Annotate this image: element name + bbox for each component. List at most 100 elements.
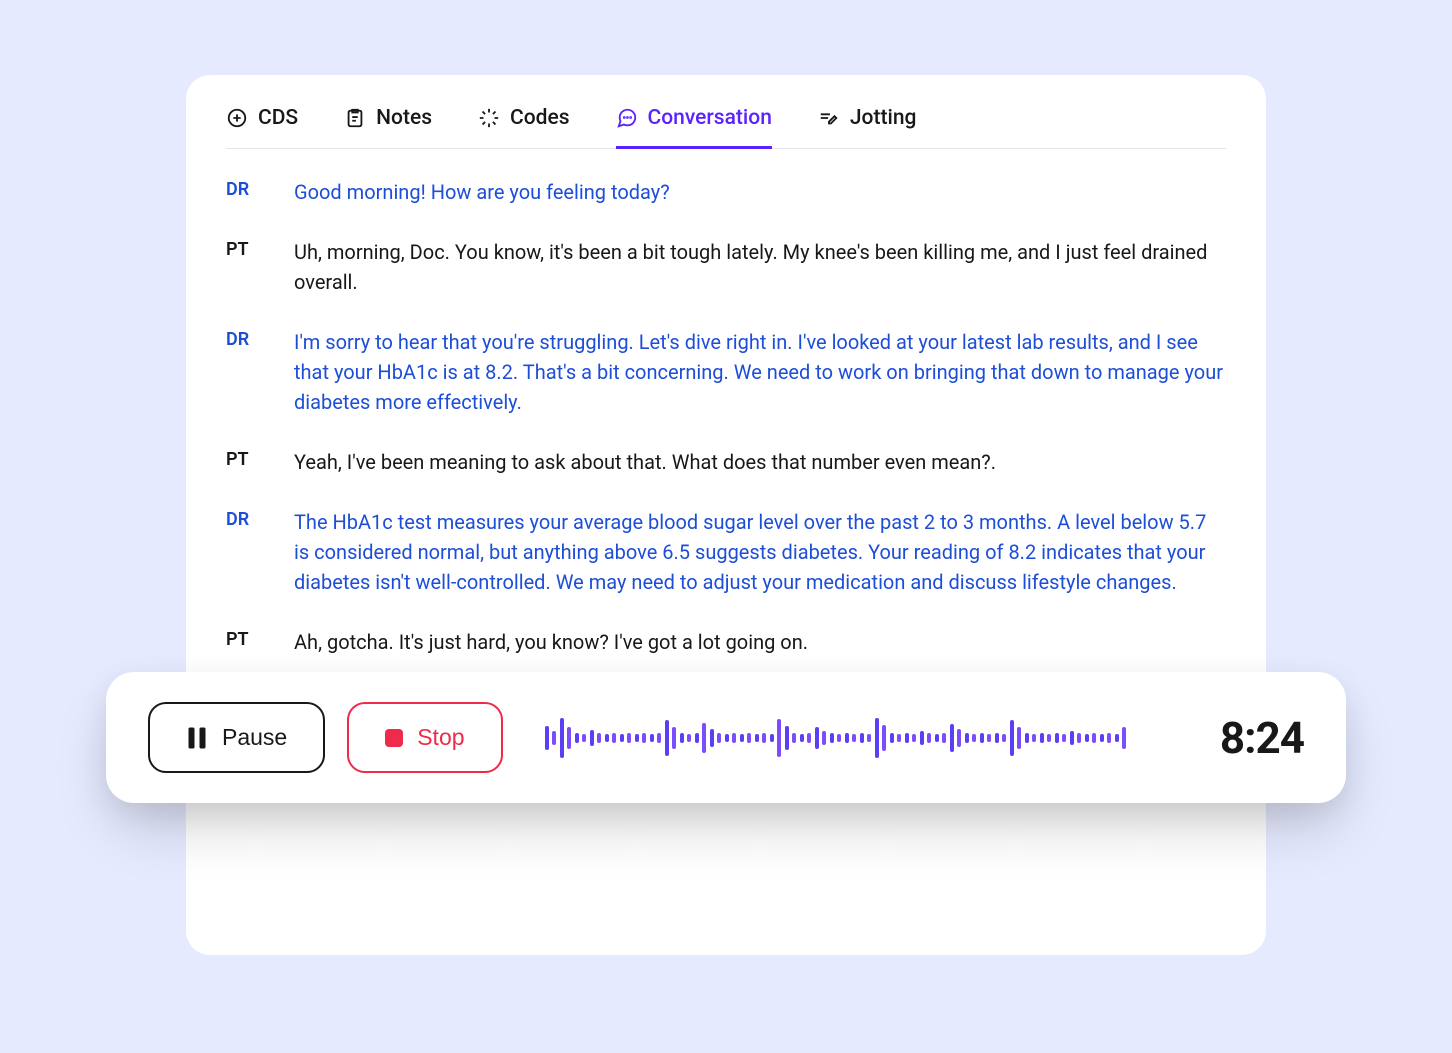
wave-bar	[560, 718, 564, 758]
speaker-label: DR	[226, 327, 266, 417]
wave-bar	[1047, 734, 1051, 742]
wave-bar	[605, 734, 609, 742]
speaker-label: PT	[226, 237, 266, 297]
tab-label: Notes	[376, 106, 432, 130]
medical-icon	[478, 107, 500, 129]
wave-bar	[1017, 727, 1021, 749]
wave-bar	[927, 733, 931, 743]
chat-icon	[616, 107, 638, 129]
wave-bar	[935, 734, 939, 742]
wave-bar	[717, 733, 721, 743]
wave-bar	[1002, 734, 1006, 742]
wave-bar	[620, 734, 624, 742]
recording-control-bar: Pause Stop 8:24	[106, 672, 1346, 803]
wave-bar	[897, 734, 901, 742]
wave-bar	[732, 733, 736, 743]
wave-bar	[890, 733, 894, 743]
wave-bar	[687, 734, 691, 742]
tab-jotting[interactable]: Jotting	[818, 106, 917, 149]
wave-bar	[627, 733, 631, 743]
speaker-label: PT	[226, 627, 266, 657]
pause-icon	[186, 727, 208, 749]
wave-bar	[875, 718, 879, 758]
wave-bar	[762, 733, 766, 743]
speech-text: Yeah, I've been meaning to ask about tha…	[294, 447, 1226, 477]
conversation-row: DRGood morning! How are you feeling toda…	[226, 177, 1226, 207]
wave-bar	[1115, 734, 1119, 742]
wave-bar	[942, 733, 946, 743]
wave-bar	[957, 729, 961, 747]
wave-bar	[830, 733, 834, 743]
wave-bar	[912, 734, 916, 742]
pause-button[interactable]: Pause	[148, 702, 325, 773]
wave-bar	[852, 734, 856, 742]
wave-bar	[1040, 733, 1044, 743]
wave-bar	[807, 733, 811, 743]
wave-bar	[1100, 734, 1104, 742]
conversation-row: DR I'm sorry to hear that you're struggli…	[226, 327, 1226, 417]
conversation-row: PT Yeah, I've been meaning to ask about t…	[226, 447, 1226, 477]
wave-bar	[822, 731, 826, 745]
wave-bar	[747, 733, 751, 743]
wave-bar	[905, 733, 909, 743]
stop-icon	[385, 729, 403, 747]
wave-bar	[725, 734, 729, 742]
speech-text: Ah, gotcha. It's just hard, you know? I'…	[294, 627, 1226, 657]
wave-bar	[612, 733, 616, 743]
wave-bar	[597, 733, 601, 743]
wave-bar	[657, 733, 661, 743]
wave-bar	[965, 733, 969, 743]
wave-bar	[770, 734, 774, 742]
wave-bar	[545, 726, 549, 750]
wave-bar	[665, 720, 669, 756]
recording-timer: 8:24	[1220, 712, 1304, 764]
tab-label: Conversation	[648, 106, 772, 130]
wave-bar	[755, 734, 759, 742]
wave-bar	[1010, 720, 1014, 756]
conversation-row: DRThe HbA1c test measures your average b…	[226, 507, 1226, 597]
crosshair-icon	[226, 107, 248, 129]
wave-bar	[1070, 731, 1074, 745]
wave-bar	[1092, 733, 1096, 743]
wave-bar	[1025, 733, 1029, 743]
wave-bar	[650, 734, 654, 742]
pen-icon	[818, 107, 840, 129]
wave-bar	[740, 734, 744, 742]
wave-bar	[882, 725, 886, 751]
speech-text: The HbA1c test measures your average blo…	[294, 507, 1226, 597]
wave-bar	[1062, 734, 1066, 742]
wave-bar	[582, 734, 586, 742]
wave-bar	[1077, 733, 1081, 743]
wave-bar	[837, 734, 841, 742]
tab-cds[interactable]: CDS	[226, 106, 298, 149]
wave-bar	[590, 730, 594, 746]
wave-bar	[995, 733, 999, 743]
wave-bar	[695, 733, 699, 743]
wave-bar	[635, 734, 639, 742]
wave-bar	[1107, 733, 1111, 743]
wave-bar	[980, 733, 984, 743]
wave-bar	[867, 734, 871, 742]
clipboard-icon	[344, 107, 366, 129]
wave-bar	[680, 733, 684, 743]
speech-text: Good morning! How are you feeling today?	[294, 177, 1226, 207]
conversation-row: PTUh, morning, Doc. You know, it's been …	[226, 237, 1226, 297]
wave-bar	[552, 731, 556, 745]
tab-notes[interactable]: Notes	[344, 106, 432, 149]
wave-bar	[860, 733, 864, 743]
speaker-label: PT	[226, 447, 266, 477]
wave-bar	[792, 733, 796, 743]
wave-bar	[1085, 734, 1089, 742]
wave-bar	[1122, 727, 1126, 749]
tab-bar: CDS Notes Codes Conversation Jotting	[226, 105, 1226, 149]
tab-conversation[interactable]: Conversation	[616, 106, 772, 149]
wave-bar	[567, 727, 571, 749]
wave-bar	[777, 719, 781, 757]
wave-bar	[575, 733, 579, 743]
wave-bar	[972, 734, 976, 742]
stop-button[interactable]: Stop	[347, 702, 502, 773]
wave-bar	[710, 729, 714, 747]
speech-text: I'm sorry to hear that you're struggling…	[294, 327, 1226, 417]
tab-codes[interactable]: Codes	[478, 106, 570, 149]
wave-bar	[815, 727, 819, 749]
